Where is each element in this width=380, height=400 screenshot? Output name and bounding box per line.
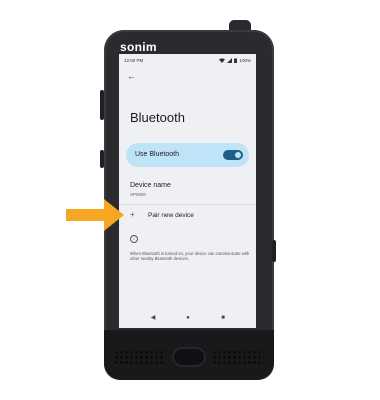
plus-icon: + [130, 210, 135, 219]
brand-logo: sonim [120, 40, 157, 54]
nav-home-icon[interactable]: ● [182, 312, 194, 324]
status-bar: 12:00 PM 100% [119, 54, 256, 66]
pair-new-device-label: Pair new device [148, 212, 194, 219]
device-name-value: XP9900 [130, 192, 147, 197]
use-bluetooth-label: Use Bluetooth [135, 151, 179, 158]
side-button [272, 240, 276, 262]
bluetooth-toggle-switch[interactable] [223, 150, 243, 160]
pointer-arrow-icon [66, 199, 124, 231]
side-button [100, 90, 104, 120]
navigation-bar: ◀ ● ■ [119, 312, 256, 324]
toggle-knob [235, 152, 241, 158]
nav-recents-icon[interactable]: ■ [217, 312, 229, 324]
info-icon: i [130, 235, 138, 243]
status-icons: 100% [219, 57, 251, 63]
side-button [100, 150, 104, 168]
nav-back-icon[interactable]: ◀ [147, 312, 159, 324]
back-arrow-icon[interactable]: ← [127, 71, 136, 81]
wifi-icon [219, 57, 226, 63]
status-time: 12:00 PM [124, 57, 144, 63]
home-hardware-button[interactable] [172, 347, 206, 367]
device-name-label[interactable]: Device name [130, 182, 171, 189]
battery-level: 100% [239, 57, 251, 63]
speaker-grille-right [212, 350, 264, 366]
bluetooth-info-text: When Bluetooth is turned on, your device… [130, 251, 250, 262]
signal-icon [227, 57, 233, 63]
pair-new-device-row[interactable]: + Pair new device [119, 206, 256, 226]
use-bluetooth-toggle-row[interactable]: Use Bluetooth [126, 143, 249, 167]
speaker-grille-left [114, 350, 166, 366]
page-title: Bluetooth [130, 110, 185, 125]
divider [119, 204, 256, 205]
screen: 12:00 PM 100% ← Bluetooth Use Bluetooth … [119, 54, 256, 328]
battery-icon [234, 58, 238, 63]
